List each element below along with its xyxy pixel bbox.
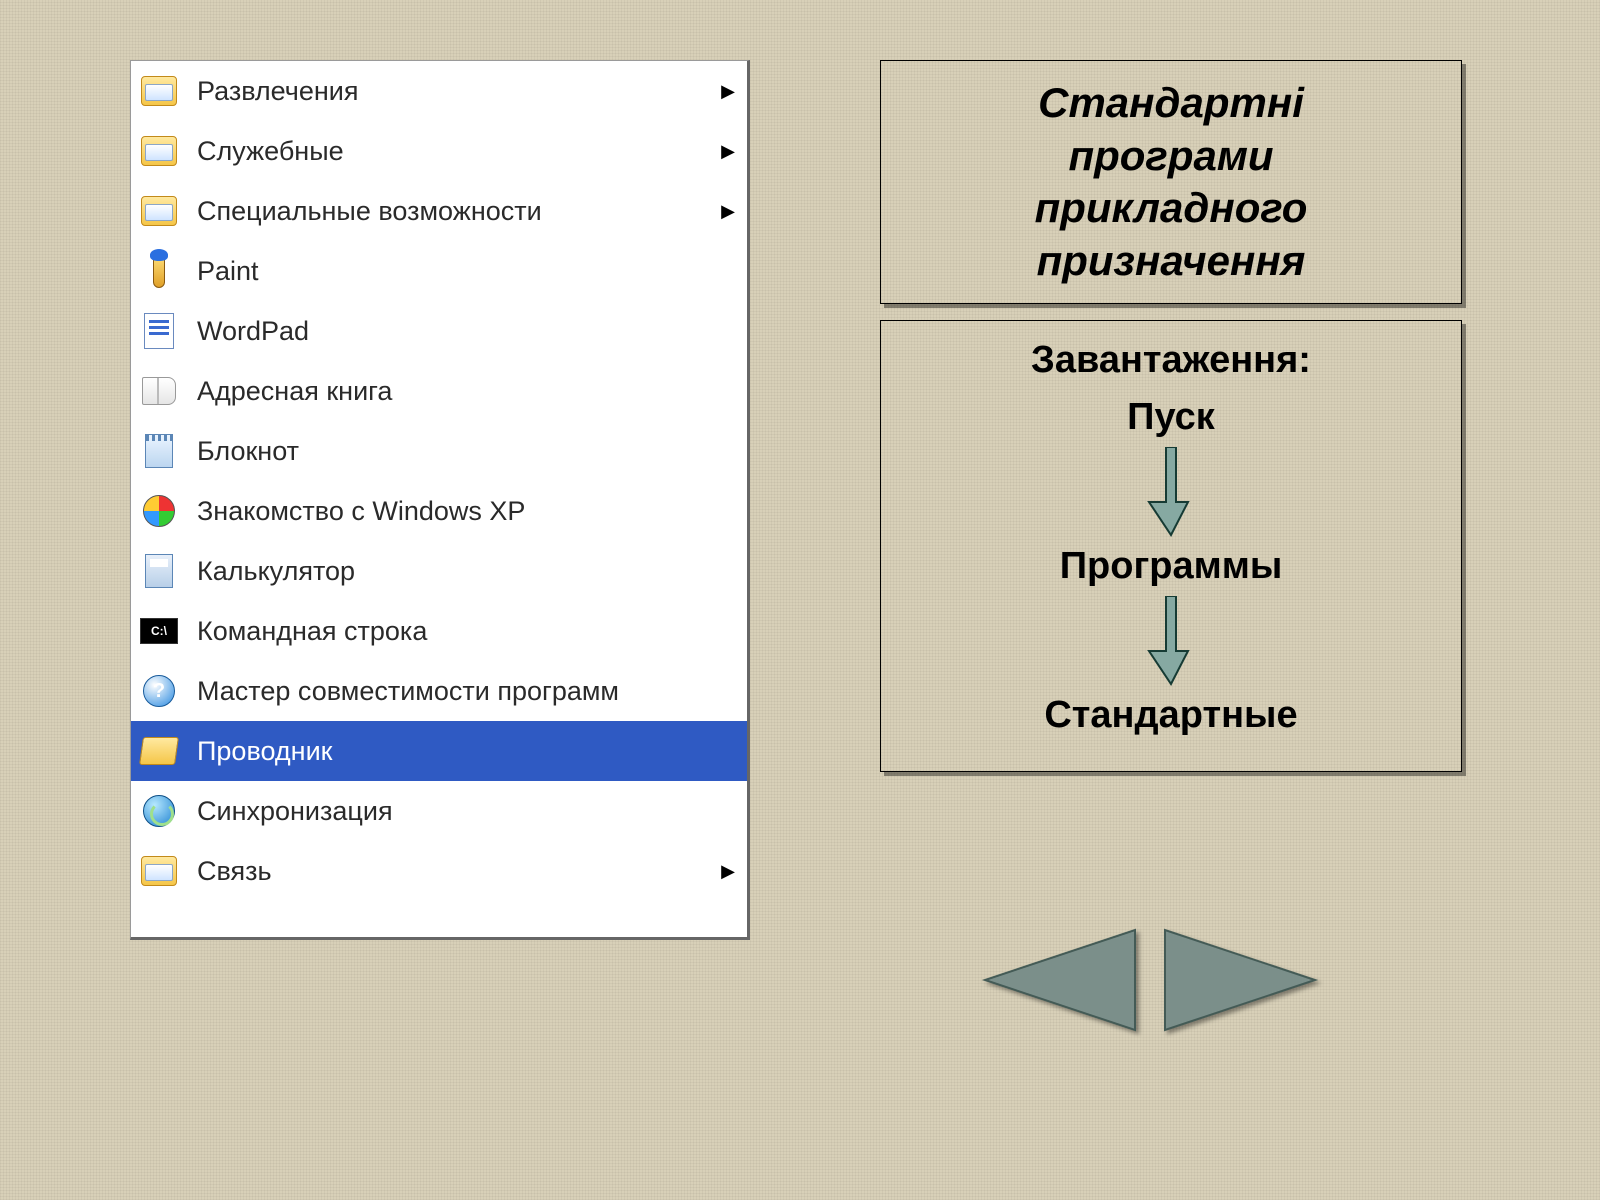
menu-item-label: Служебные <box>197 136 721 167</box>
menu-item-label: Калькулятор <box>197 556 735 587</box>
paint-icon <box>139 251 179 291</box>
menu-item-explorer[interactable]: Проводник <box>131 721 747 781</box>
menu-item-label: WordPad <box>197 316 735 347</box>
menu-item-label: Блокнот <box>197 436 735 467</box>
menu-item-synchronize[interactable]: Синхронизация <box>131 781 747 841</box>
menu-item-label: Paint <box>197 256 735 287</box>
menu-item-command-prompt[interactable]: C:\ Командная строка <box>131 601 747 661</box>
menu-item-calculator[interactable]: Калькулятор <box>131 541 747 601</box>
menu-item-label: Развлечения <box>197 76 721 107</box>
menu-item-label: Связь <box>197 856 721 887</box>
address-book-icon <box>139 371 179 411</box>
submenu-arrow-icon: ▶ <box>721 81 735 102</box>
title-line: програми <box>1068 132 1273 179</box>
slide-nav <box>970 920 1330 1040</box>
title-line: прикладного <box>1035 184 1308 231</box>
folder-icon <box>139 131 179 171</box>
menu-item-label: Специальные возможности <box>197 196 721 227</box>
command-prompt-icon: C:\ <box>139 611 179 651</box>
step-accessories: Стандартные <box>891 694 1451 737</box>
title-line: Стандартні <box>1038 79 1304 126</box>
menu-item-label: Проводник <box>197 736 735 767</box>
arrow-down-icon <box>1146 596 1196 686</box>
step-start: Пуск <box>891 396 1451 439</box>
title-line: призначення <box>1037 237 1306 284</box>
step-programs: Программы <box>891 545 1451 588</box>
submenu-arrow-icon: ▶ <box>721 201 735 222</box>
notepad-icon <box>139 431 179 471</box>
menu-item-label: Мастер совместимости программ <box>197 676 735 707</box>
menu-item-entertainment[interactable]: Развлечения ▶ <box>131 61 747 121</box>
calculator-icon <box>139 551 179 591</box>
sync-icon <box>139 791 179 831</box>
menu-item-label: Адресная книга <box>197 376 735 407</box>
menu-item-wordpad[interactable]: WordPad <box>131 301 747 361</box>
accessories-menu: Развлечения ▶ Служебные ▶ Специальные во… <box>130 60 750 940</box>
wordpad-icon <box>139 311 179 351</box>
steps-box: Завантаження: Пуск Программы Стандартные <box>880 320 1462 772</box>
submenu-arrow-icon: ▶ <box>721 141 735 162</box>
steps-header: Завантаження: <box>891 339 1451 382</box>
explorer-icon <box>139 731 179 771</box>
prev-slide-button[interactable] <box>970 920 1140 1040</box>
folder-icon <box>139 71 179 111</box>
help-icon: ? <box>139 671 179 711</box>
menu-item-address-book[interactable]: Адресная книга <box>131 361 747 421</box>
menu-item-compatibility-wizard[interactable]: ? Мастер совместимости программ <box>131 661 747 721</box>
menu-item-communications[interactable]: Связь ▶ <box>131 841 747 901</box>
menu-item-notepad[interactable]: Блокнот <box>131 421 747 481</box>
submenu-arrow-icon: ▶ <box>721 861 735 882</box>
menu-item-label: Командная строка <box>197 616 735 647</box>
folder-icon <box>139 191 179 231</box>
title-box: Стандартні програми прикладного призначе… <box>880 60 1462 304</box>
folder-icon <box>139 851 179 891</box>
menu-item-label: Знакомство с Windows XP <box>197 496 735 527</box>
menu-item-label: Синхронизация <box>197 796 735 827</box>
next-slide-button[interactable] <box>1160 920 1330 1040</box>
menu-item-system-tools[interactable]: Служебные ▶ <box>131 121 747 181</box>
menu-item-accessibility[interactable]: Специальные возможности ▶ <box>131 181 747 241</box>
arrow-down-icon <box>1146 447 1196 537</box>
windows-xp-icon <box>139 491 179 531</box>
menu-item-paint[interactable]: Paint <box>131 241 747 301</box>
menu-item-tour-windows-xp[interactable]: Знакомство с Windows XP <box>131 481 747 541</box>
